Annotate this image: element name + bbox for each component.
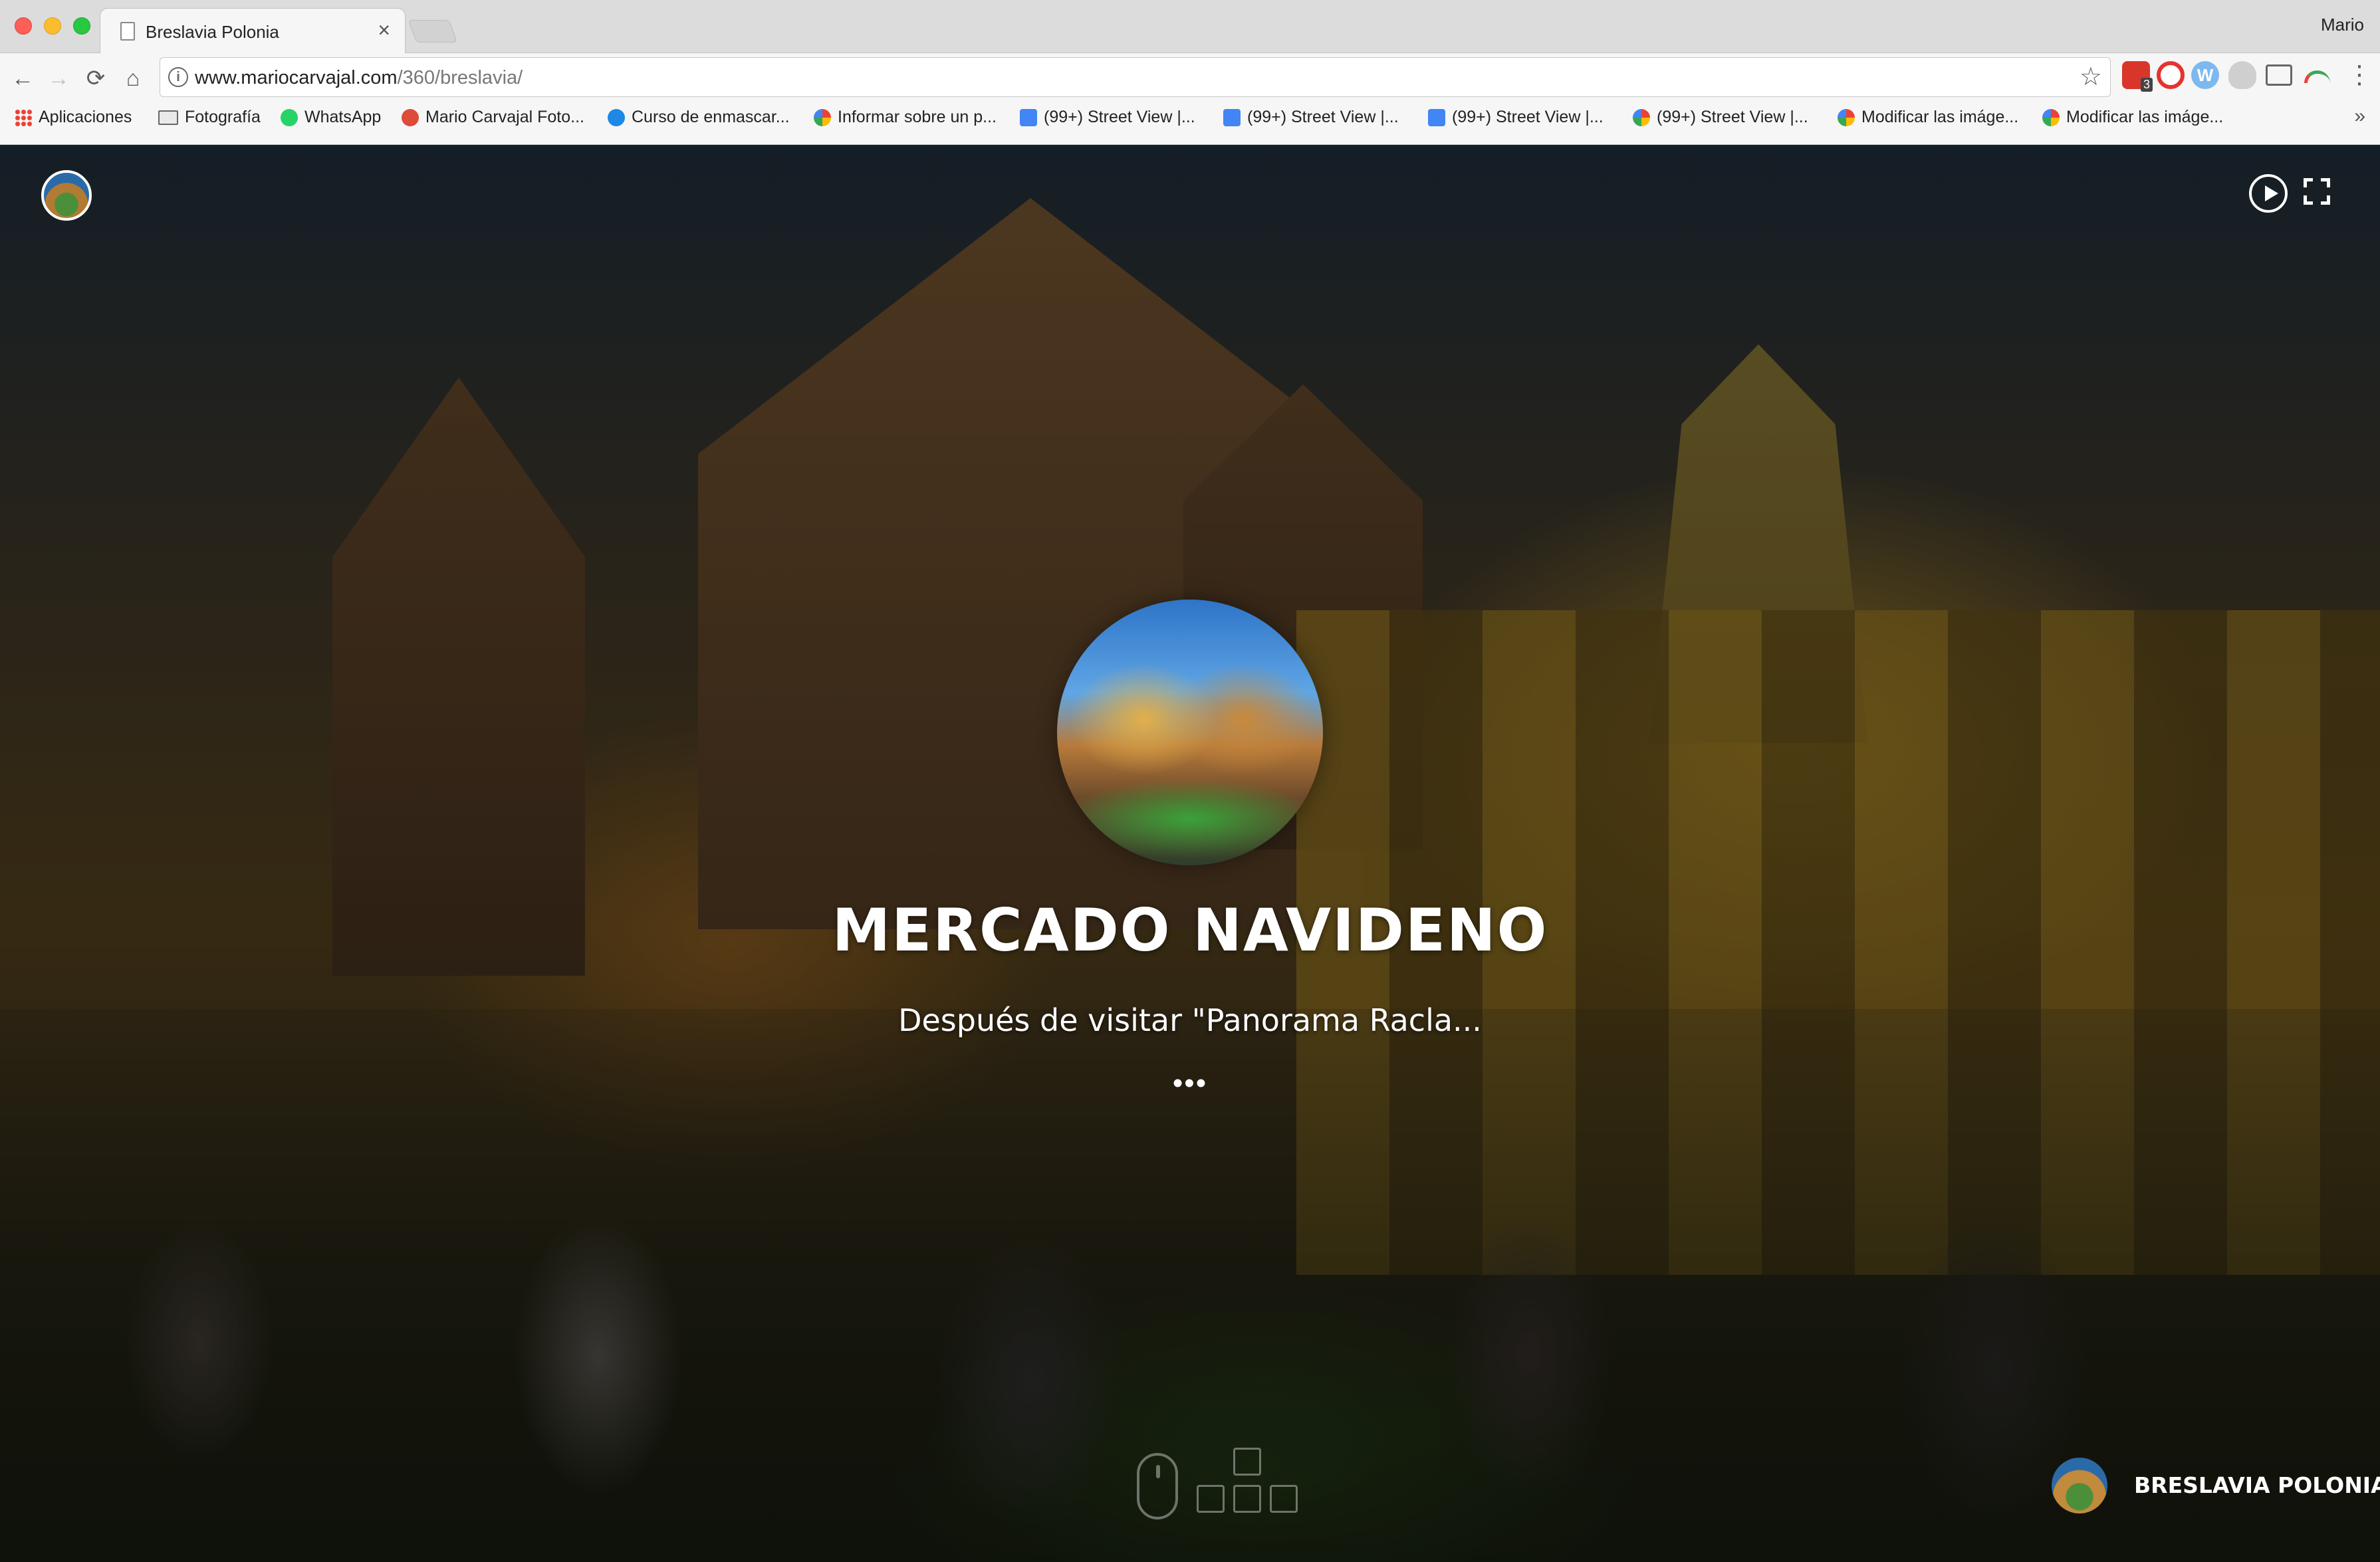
tour-name: BRESLAVIA POLONIA [2134,1472,2380,1498]
google-icon [814,108,831,126]
street-view-icon [1428,108,1445,126]
bookmark-item[interactable]: (99+) Street View |... [1428,108,1604,127]
bookmarks-bar: Aplicaciones Fotografía WhatsApp Mario C… [0,96,2380,145]
bookmark-label: (99+) Street View |... [1044,108,1195,126]
tab-close-icon[interactable]: × [378,18,390,43]
new-tab-button[interactable] [408,20,458,43]
bookmark-item[interactable]: Modificar las imáge... [1838,108,2018,127]
bookmark-item[interactable]: (99+) Street View |... [1020,108,1195,127]
arrow-left-key-icon [1197,1485,1225,1513]
tab-title: Breslavia Polonia [146,22,279,42]
scene-description: Después de visitar "Panorama Racla... [898,1002,1482,1038]
minimize-window-button[interactable] [44,17,61,35]
bookmark-item[interactable]: Mario Carvajal Foto... [402,108,584,127]
navigation-hint [1133,1448,1306,1534]
bookmark-label: Curso de enmascar... [632,108,790,126]
street-view-icon [1223,108,1241,126]
opera-extension-icon[interactable] [2157,61,2185,89]
street-view-icon [1020,108,1037,126]
google-icon [2042,108,2060,126]
fullscreen-icon[interactable] [2304,178,2330,205]
bookmark-folder[interactable]: Fotografía [158,108,261,127]
apps-icon [15,108,32,126]
tour-badge[interactable]: BRESLAVIA POLONIA [2052,1458,2380,1517]
url-text[interactable]: www.mariocarvajal.com/360/breslavia/ [195,67,523,89]
bookmark-label: (99+) Street View |... [1657,108,1808,126]
bookmark-item[interactable]: Aplicaciones [15,108,132,127]
bookmark-item[interactable]: Informar sobre un p... [814,108,997,127]
url-path: /360/breslavia/ [397,67,523,88]
page-icon [120,22,135,41]
close-window-button[interactable] [15,17,32,35]
bookmarks-overflow-icon[interactable]: » [2354,105,2365,128]
site-info-icon[interactable]: i [168,67,188,87]
whatsapp-icon [281,108,298,126]
google-plus-icon [402,108,419,126]
bookmark-item[interactable]: (99+) Street View |... [1223,108,1399,127]
zoom-window-button[interactable] [73,17,90,35]
scene-thumbnail[interactable] [1057,600,1323,865]
arrow-right-key-icon [1270,1485,1298,1513]
reload-icon[interactable]: ⟳ [80,62,112,94]
bookmark-item[interactable]: Curso de enmascar... [608,108,790,127]
window-titlebar: Breslavia Polonia × Mario [0,0,2380,54]
bookmark-label: (99+) Street View |... [1452,108,1604,126]
calendar-extension-icon[interactable] [2122,61,2153,92]
tour-thumbnail-button[interactable] [41,170,92,221]
bookmark-star-icon[interactable]: ☆ [2080,62,2102,92]
browser-menu-icon[interactable]: ⋮ [2347,60,2372,90]
autoplay-icon[interactable] [2249,174,2288,213]
bookmark-label: Informar sobre un p... [838,108,997,126]
folder-icon [158,110,178,125]
bookmark-label: Modificar las imáge... [1861,108,2019,126]
cloud-extension-icon[interactable] [2228,61,2256,89]
bookmark-item[interactable]: Modificar las imáge... [2042,108,2223,127]
bookmark-label: WhatsApp [304,108,382,126]
bookmark-label: Modificar las imáge... [2066,108,2224,126]
mouse-icon [1137,1453,1178,1519]
url-host: www.mariocarvajal.com [195,67,398,88]
bookmark-label: Fotografía [185,108,261,126]
cast-icon[interactable] [2266,64,2292,86]
more-info-icon[interactable]: ••• [1170,1069,1210,1098]
browser-tab-active[interactable]: Breslavia Polonia × [100,8,406,54]
tour-avatar [2052,1458,2107,1513]
arrow-down-key-icon [1233,1485,1261,1513]
arrow-up-key-icon [1233,1448,1261,1476]
forward-arrow-icon[interactable]: → [43,62,74,94]
speed-extension-icon[interactable] [2302,61,2330,89]
back-arrow-icon[interactable]: ← [7,62,39,94]
panorama-viewer[interactable]: MERCADO NAVIDENO Después de visitar "Pan… [0,145,2380,1562]
google-icon [1633,108,1650,126]
wordpress-extension-icon[interactable]: W [2191,61,2219,89]
browser-toolbar: ← → ⟳ ⌂ i www.mariocarvajal.com/360/bres… [0,53,2380,145]
profile-name[interactable]: Mario [2321,15,2364,35]
bookmark-item[interactable]: (99+) Street View |... [1633,108,1808,127]
address-bar[interactable]: i www.mariocarvajal.com/360/breslavia/ ☆ [160,57,2111,97]
home-icon[interactable]: ⌂ [117,62,149,94]
google-icon [1838,108,1855,126]
course-icon [608,108,625,126]
bookmark-label: (99+) Street View |... [1247,108,1399,126]
bookmark-label: Aplicaciones [39,108,132,126]
scene-title: MERCADO NAVIDENO [832,896,1548,964]
bookmark-label: Mario Carvajal Foto... [425,108,584,126]
bookmark-item[interactable]: WhatsApp [281,108,381,127]
